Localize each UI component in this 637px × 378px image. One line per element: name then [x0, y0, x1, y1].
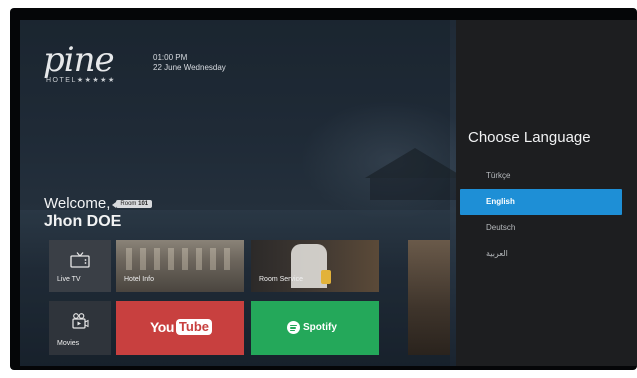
logo-wordmark: pine	[43, 40, 115, 80]
tile-spotify[interactable]: Spotify	[251, 301, 379, 355]
tile-live-tv-label: Live TV	[57, 276, 81, 283]
welcome-greeting: Welcome,	[44, 195, 111, 212]
language-option-english[interactable]: English	[460, 189, 622, 215]
room-badge: Room 101	[112, 199, 153, 208]
clock: 01:00 PM 22 June Wednesday	[153, 53, 226, 73]
tile-movies-label: Movies	[57, 340, 80, 347]
hotel-logo: pine HOTEL★★★★★	[43, 42, 133, 84]
tile-live-tv[interactable]: Live TV	[49, 240, 111, 292]
spotify-logo: Spotify	[287, 321, 337, 334]
logo-subtitle: HOTEL★★★★★	[46, 77, 116, 84]
tv-icon	[70, 252, 90, 268]
room-service-drink	[321, 270, 331, 284]
tile-room-service[interactable]: Room Service	[251, 240, 379, 292]
youtube-logo-tube: Tube	[175, 319, 212, 335]
room-number: 101	[138, 200, 149, 207]
room-label: Room	[120, 200, 137, 207]
youtube-logo-you: You	[150, 319, 174, 335]
tile-room-service-label: Room Service	[259, 276, 303, 283]
language-panel-title: Choose Language	[468, 129, 591, 146]
tile-youtube[interactable]: You Tube	[116, 301, 244, 355]
hotel-info-image	[126, 248, 234, 270]
language-option-arabic[interactable]: العربية	[460, 241, 622, 267]
spotify-icon	[287, 321, 300, 334]
guest-name: Jhon DOE	[44, 213, 122, 230]
tile-hotel-info-label: Hotel Info	[124, 276, 154, 283]
language-option-german[interactable]: Deutsch	[460, 215, 622, 241]
tile-movies[interactable]: Movies	[49, 301, 111, 355]
language-option-turkish[interactable]: Türkçe	[460, 163, 622, 189]
clock-date: 22 June Wednesday	[153, 63, 226, 72]
tile-partial[interactable]	[408, 240, 450, 355]
language-panel: Choose Language Türkçe English Deutsch ا…	[456, 20, 637, 366]
movie-icon	[72, 313, 89, 329]
spotify-label: Spotify	[303, 322, 337, 333]
clock-time: 01:00 PM	[153, 53, 188, 62]
welcome-block: Welcome, Room 101 Jhon DOE	[44, 195, 153, 231]
youtube-logo: You Tube	[150, 319, 212, 335]
tile-hotel-info[interactable]: Hotel Info	[116, 240, 244, 292]
tv-screen: pine HOTEL★★★★★ 01:00 PM 22 June Wednesd…	[20, 20, 637, 366]
